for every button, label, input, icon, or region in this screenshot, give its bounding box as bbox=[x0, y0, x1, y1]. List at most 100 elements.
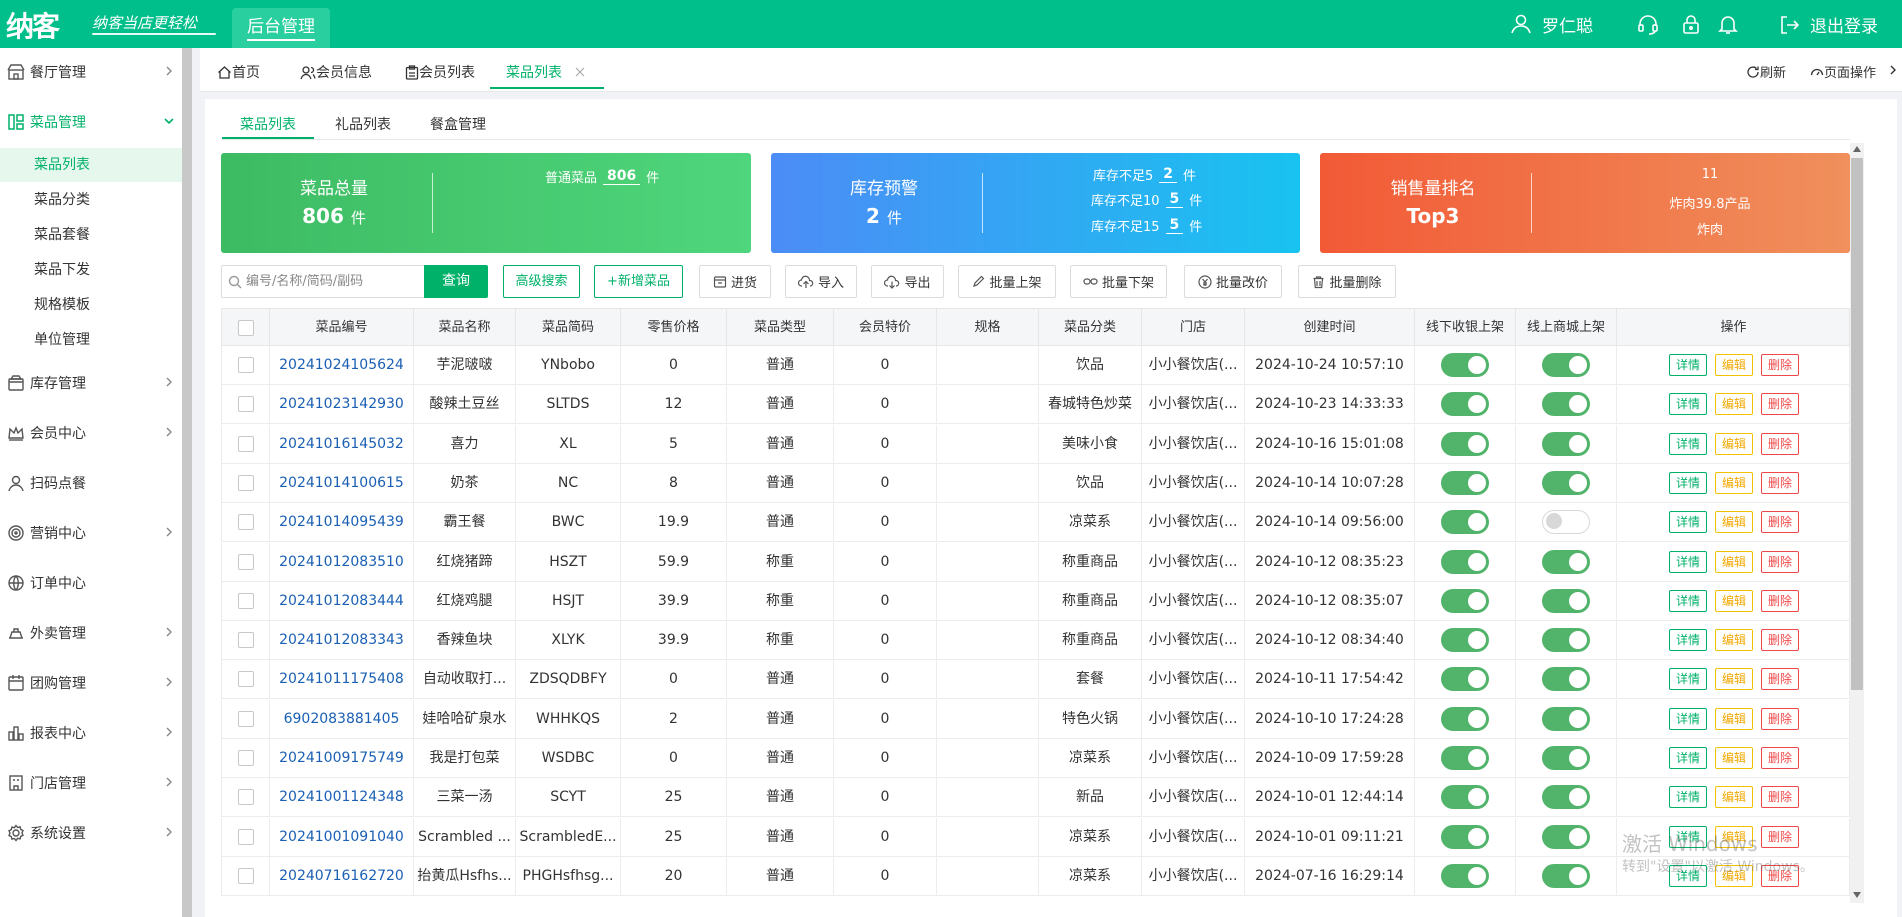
headset-icon[interactable] bbox=[1636, 12, 1660, 36]
backend-tab[interactable]: 后台管理 bbox=[232, 8, 330, 48]
row-checkbox[interactable] bbox=[237, 867, 254, 884]
edit-button[interactable]: 编辑 bbox=[1715, 432, 1753, 455]
sidebar-item-marketing[interactable]: 营销中心 bbox=[0, 515, 182, 551]
offline-listing-toggle[interactable] bbox=[1441, 746, 1489, 770]
chevron-right-icon[interactable] bbox=[1887, 64, 1899, 76]
sidebar-sub-dish-category[interactable]: 菜品分类 bbox=[0, 183, 182, 217]
dish-code-link[interactable]: 20241012083444 bbox=[270, 581, 414, 621]
row-checkbox[interactable] bbox=[237, 789, 254, 806]
detail-button[interactable]: 详情 bbox=[1669, 550, 1707, 573]
delete-button[interactable]: 删除 bbox=[1761, 393, 1799, 416]
offline-listing-toggle[interactable] bbox=[1441, 785, 1489, 810]
online-listing-toggle[interactable] bbox=[1542, 431, 1590, 456]
tab-home[interactable]: 首页 bbox=[217, 62, 260, 82]
detail-button[interactable]: 详情 bbox=[1669, 511, 1707, 534]
sidebar-sub-dish-list[interactable]: 菜品列表 bbox=[0, 148, 182, 182]
delete-button[interactable]: 删除 bbox=[1761, 589, 1799, 612]
row-checkbox[interactable] bbox=[237, 632, 254, 649]
table-row[interactable]: 20241001091040 Scrambled ... ScrambledE...… bbox=[221, 817, 1850, 857]
offline-listing-toggle[interactable] bbox=[1441, 706, 1489, 731]
offline-listing-toggle[interactable] bbox=[1441, 588, 1489, 613]
delete-button[interactable]: 删除 bbox=[1761, 668, 1799, 691]
card-line-value[interactable]: 5 bbox=[1165, 217, 1184, 234]
delete-button[interactable]: 删除 bbox=[1761, 629, 1799, 652]
sidebar-item-groupbuy[interactable]: 团购管理 bbox=[0, 665, 182, 701]
logo[interactable]: 纳客 bbox=[6, 5, 60, 45]
online-listing-toggle[interactable] bbox=[1542, 470, 1590, 495]
detail-button[interactable]: 详情 bbox=[1669, 432, 1707, 455]
delete-button[interactable]: 删除 bbox=[1761, 511, 1799, 534]
offline-listing-toggle[interactable] bbox=[1441, 824, 1489, 849]
close-icon[interactable] bbox=[574, 66, 586, 78]
online-listing-toggle[interactable] bbox=[1542, 510, 1590, 535]
sidebar-item-takeout[interactable]: 外卖管理 bbox=[0, 615, 182, 651]
dish-code-link[interactable]: 20241009175749 bbox=[270, 739, 414, 778]
table-row[interactable]: 20241014095439 霸王餐 BWC 19.9 普通 0 凉菜系 小小餐饮店(... 2… bbox=[221, 503, 1850, 543]
table-row[interactable]: 20241014100615 奶茶 NC 8 普通 0 饮品 小小餐饮店(... 2024-10… bbox=[221, 463, 1850, 503]
edit-button[interactable]: 编辑 bbox=[1715, 550, 1753, 573]
online-listing-toggle[interactable] bbox=[1542, 549, 1590, 574]
logout-button[interactable]: 退出登录 bbox=[1778, 12, 1878, 37]
row-checkbox[interactable] bbox=[237, 750, 254, 766]
row-checkbox[interactable] bbox=[237, 514, 254, 531]
detail-button[interactable]: 详情 bbox=[1669, 354, 1707, 376]
card-line-value[interactable]: 806 bbox=[603, 168, 641, 185]
table-row[interactable]: 20241012083444 红烧鸡腿 HSJT 39.9 称重 0 称重商品 小小餐饮店(.… bbox=[221, 581, 1850, 621]
sidebar-item-inventory[interactable]: 库存管理 bbox=[0, 365, 182, 401]
dish-code-link[interactable]: 20240716162720 bbox=[270, 856, 414, 896]
table-row[interactable]: 20241023142930 酸辣土豆丝 SLTDS 12 普通 0 春城特色炒菜 小小餐饮店… bbox=[221, 385, 1850, 425]
table-row[interactable]: 20241001124348 三菜一汤 SCYT 25 普通 0 新品 小小餐饮店(... 20… bbox=[221, 778, 1850, 818]
dish-code-link[interactable]: 20241014100615 bbox=[270, 463, 414, 503]
table-row[interactable]: 20241009175749 我是打包菜 WSDBC 0 普通 0 凉菜系 小小餐饮店(...… bbox=[221, 739, 1850, 778]
detail-button[interactable]: 详情 bbox=[1669, 707, 1707, 730]
query-button[interactable]: 查询 bbox=[424, 265, 488, 298]
delete-button[interactable]: 删除 bbox=[1761, 550, 1799, 573]
dish-code-link[interactable]: 20241001091040 bbox=[270, 817, 414, 857]
row-checkbox[interactable] bbox=[237, 435, 254, 452]
row-checkbox[interactable] bbox=[237, 710, 254, 727]
batch-delete-button[interactable]: 批量删除 bbox=[1298, 265, 1396, 298]
import-button[interactable]: 导入 bbox=[785, 265, 857, 298]
delete-button[interactable]: 删除 bbox=[1761, 354, 1799, 376]
delete-button[interactable]: 删除 bbox=[1761, 471, 1799, 494]
sidebar-item-settings[interactable]: 系统设置 bbox=[0, 815, 182, 851]
subtab-dish-list[interactable]: 菜品列表 bbox=[240, 114, 296, 134]
tab-member-info[interactable]: 会员信息 bbox=[300, 62, 372, 82]
export-button[interactable]: 导出 bbox=[871, 265, 944, 298]
subtab-lunchbox[interactable]: 餐盒管理 bbox=[430, 114, 486, 134]
sidebar-scrollbar[interactable] bbox=[182, 48, 192, 917]
offline-listing-toggle[interactable] bbox=[1441, 667, 1489, 692]
table-row[interactable]: 20241024105624 芋泥啵啵 YNbobo 0 普通 0 饮品 小小餐饮店(... 2… bbox=[221, 346, 1850, 385]
edit-button[interactable]: 编辑 bbox=[1715, 354, 1753, 376]
delete-button[interactable]: 删除 bbox=[1761, 747, 1799, 769]
online-listing-toggle[interactable] bbox=[1542, 667, 1590, 692]
sidebar-item-stores[interactable]: 门店管理 bbox=[0, 765, 182, 801]
batch-list-button[interactable]: 批量上架 bbox=[958, 265, 1056, 298]
subtab-gift-list[interactable]: 礼品列表 bbox=[335, 114, 391, 134]
advanced-search-button[interactable]: 高级搜索 bbox=[503, 265, 580, 298]
select-all-checkbox[interactable] bbox=[237, 319, 254, 336]
sidebar-sub-dish-set[interactable]: 菜品套餐 bbox=[0, 218, 182, 252]
dish-code-link[interactable]: 20241012083343 bbox=[270, 621, 414, 661]
offline-listing-toggle[interactable] bbox=[1441, 353, 1489, 377]
detail-button[interactable]: 详情 bbox=[1669, 589, 1707, 612]
dish-code-link[interactable]: 6902083881405 bbox=[270, 699, 414, 739]
row-checkbox[interactable] bbox=[237, 396, 254, 413]
row-checkbox[interactable] bbox=[237, 671, 254, 688]
edit-button[interactable]: 编辑 bbox=[1715, 668, 1753, 691]
purchase-button[interactable]: 进货 bbox=[699, 265, 771, 298]
detail-button[interactable]: 详情 bbox=[1669, 668, 1707, 691]
row-checkbox[interactable] bbox=[237, 592, 254, 609]
online-listing-toggle[interactable] bbox=[1542, 353, 1590, 377]
dish-code-link[interactable]: 20241016145032 bbox=[270, 424, 414, 464]
delete-button[interactable]: 删除 bbox=[1761, 786, 1799, 809]
sidebar-item-dishes[interactable]: 菜品管理 bbox=[0, 104, 182, 140]
row-checkbox[interactable] bbox=[237, 553, 254, 570]
edit-button[interactable]: 编辑 bbox=[1715, 707, 1753, 730]
dish-code-link[interactable]: 20241014095439 bbox=[270, 503, 414, 543]
bell-icon[interactable] bbox=[1716, 12, 1740, 36]
online-listing-toggle[interactable] bbox=[1542, 746, 1590, 770]
online-listing-toggle[interactable] bbox=[1542, 785, 1590, 810]
search-input[interactable] bbox=[246, 274, 416, 289]
batch-price-button[interactable]: 批量改价 bbox=[1184, 265, 1282, 298]
